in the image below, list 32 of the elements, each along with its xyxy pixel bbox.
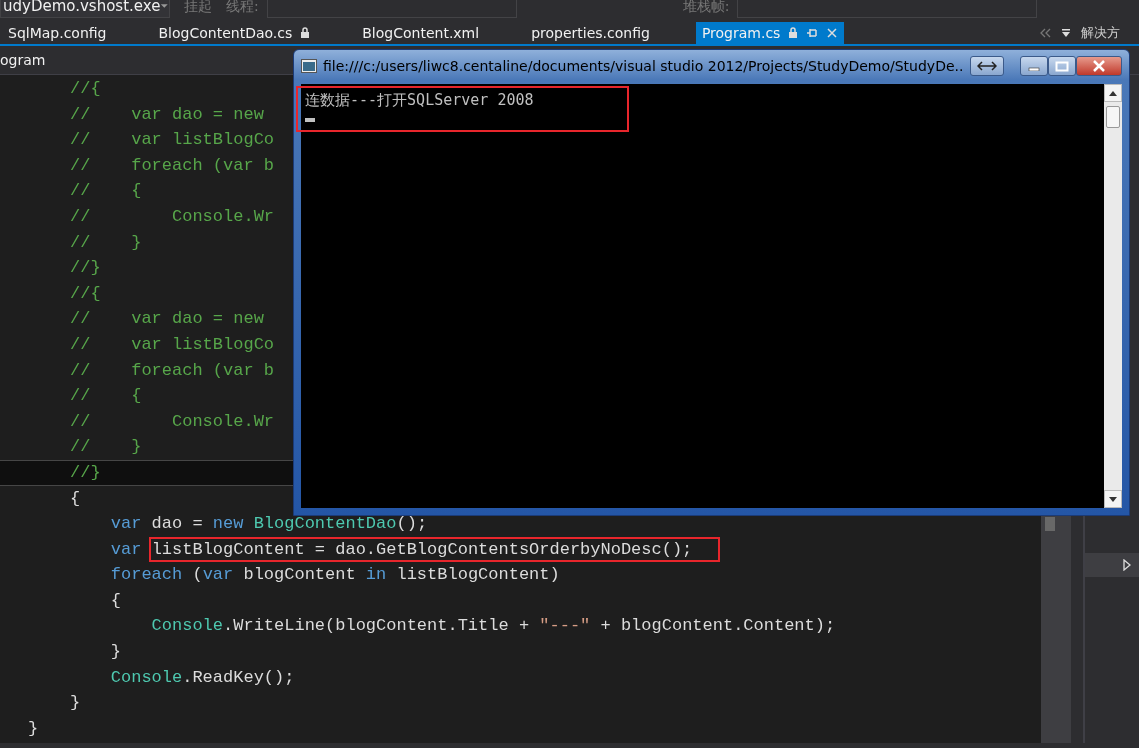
code-line: // foreach (var b bbox=[70, 359, 275, 382]
code-line: } bbox=[109, 641, 121, 664]
code-line: //{ bbox=[70, 282, 101, 305]
code-line: var listBlogContent = dao.GetBlogContentsOrderbyNoDesc(); bbox=[70, 536, 721, 563]
code-line: // var dao = new bbox=[70, 308, 264, 331]
panel-title: 解决方 bbox=[1081, 24, 1120, 42]
code-line: // { bbox=[70, 180, 142, 203]
code-line: // Console.Wr bbox=[70, 205, 275, 228]
code-line: //{ bbox=[70, 78, 101, 100]
code-line: Console.ReadKey(); bbox=[109, 666, 295, 689]
code-line: foreach (var blogContent in listBlogContent) bbox=[109, 564, 560, 587]
code-line: // { bbox=[70, 385, 142, 408]
code-line: } bbox=[70, 692, 81, 715]
code-line: // var dao = new bbox=[70, 103, 264, 126]
code-line: //} bbox=[70, 461, 101, 484]
code-line: // } bbox=[70, 436, 142, 459]
code-line: { bbox=[109, 589, 121, 612]
thread-label: 线程: bbox=[226, 0, 259, 16]
code-line: // Console.Wr bbox=[70, 410, 275, 433]
stack-frame-label: 堆栈帧: bbox=[682, 0, 730, 16]
code-line: // var listBlogCo bbox=[70, 129, 275, 152]
console-output: 连数据---打开SQLServer 2008 bbox=[305, 90, 535, 110]
code-line: // } bbox=[70, 231, 142, 254]
code-line: } bbox=[28, 717, 39, 740]
code-line: { bbox=[70, 487, 81, 510]
window-title: file:///c:/users/liwc8.centaline/documents/visual studio 2012/Projects/StudyDemo/StudyDe.. bbox=[323, 58, 964, 74]
code-line: //} bbox=[70, 257, 101, 280]
code-line: Console.WriteLine(blogContent.Title + "---" + blogContent.Content); bbox=[150, 615, 836, 638]
code-line: // var listBlogCo bbox=[70, 333, 275, 356]
annotation-rectangle: listBlogContent = dao.GetBlogContentsOrderbyNoDesc(); bbox=[148, 536, 721, 562]
code-line: // foreach (var b bbox=[70, 154, 275, 177]
code-line: var dao = new BlogContentDao(); bbox=[109, 513, 428, 536]
